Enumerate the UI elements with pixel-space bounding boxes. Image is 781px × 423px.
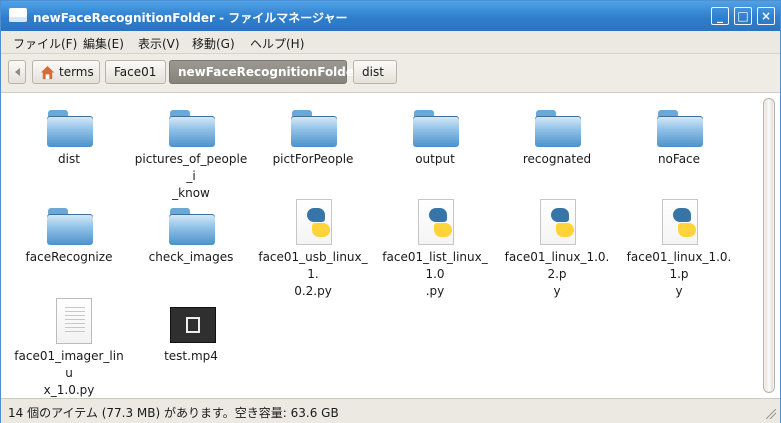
folder-app-icon <box>9 8 27 22</box>
path-dist[interactable]: dist <box>353 60 397 84</box>
file-name: face01_usb_linux_1. 0.2.py <box>258 250 368 298</box>
minimize-button[interactable]: _ <box>711 7 729 25</box>
file-name: face01_list_linux_1.0 .py <box>382 250 488 298</box>
file-name: faceRecognize <box>25 250 113 264</box>
path-back-button[interactable] <box>8 60 26 84</box>
status-text: 14 個のアイテム (77.3 MB) があります。空き容量: 63.6 GB <box>8 406 339 420</box>
home-icon <box>40 65 55 80</box>
path-bar: terms Face01 newFaceRecognitionFolder di… <box>1 54 780 93</box>
menu-bar: ファイル(F) 編集(E) 表示(V) 移動(G) ヘルプ(H) <box>1 31 780 54</box>
resize-grip-icon[interactable] <box>766 409 776 419</box>
python-file-icon <box>418 199 454 245</box>
file-name: face01_linux_1.0.1.p y <box>626 250 732 298</box>
path-terms-label: terms <box>59 65 94 79</box>
folder-icon <box>291 110 337 147</box>
python-file-icon <box>540 199 576 245</box>
path-terms[interactable]: terms <box>32 60 100 84</box>
file-name: pictures_of_people_i _know <box>134 152 248 200</box>
file-name: face01_imager_linu x_1.0.py <box>14 349 124 397</box>
path-face01[interactable]: Face01 <box>105 60 166 84</box>
python-file-icon <box>296 199 332 245</box>
file-name: noFace <box>657 152 701 166</box>
menu-go[interactable]: 移動(G) <box>192 35 235 52</box>
menu-edit[interactable]: 編集(E) <box>83 35 124 52</box>
folder-icon <box>535 110 581 147</box>
maximize-button[interactable]: □ <box>734 7 752 25</box>
vertical-scrollbar[interactable] <box>763 98 775 393</box>
folder-icon <box>657 110 703 147</box>
path-newfacerecognitionfolder[interactable]: newFaceRecognitionFolder <box>169 60 360 84</box>
file-manager-window: newFaceRecognitionFolder - ファイルマネージャー _ … <box>0 0 781 423</box>
python-file-icon <box>662 199 698 245</box>
menu-help[interactable]: ヘルプ(H) <box>250 35 304 52</box>
title-bar[interactable]: newFaceRecognitionFolder - ファイルマネージャー _ … <box>1 1 780 31</box>
menu-view[interactable]: 表示(V) <box>138 35 180 52</box>
text-file-icon <box>56 298 92 344</box>
file-name: face01_linux_1.0.2.p y <box>504 250 610 298</box>
video-file-icon <box>170 307 216 343</box>
folder-icon <box>169 208 215 245</box>
file-name: dist <box>58 152 80 166</box>
file-name: test.mp4 <box>164 349 218 363</box>
file-name: output <box>415 152 455 166</box>
file-name: check_images <box>148 250 234 264</box>
status-bar: 14 個のアイテム (77.3 MB) があります。空き容量: 63.6 GB <box>1 398 780 423</box>
file-name: recognated <box>522 152 592 166</box>
window-title: newFaceRecognitionFolder - ファイルマネージャー <box>33 11 348 25</box>
menu-file[interactable]: ファイル(F) <box>13 35 77 52</box>
folder-icon <box>47 208 93 245</box>
folder-icon <box>169 110 215 147</box>
file-view: dist pictures_of_people_i _know pictForP… <box>1 93 780 398</box>
close-button[interactable]: × <box>757 7 775 25</box>
scroll-thumb[interactable] <box>765 100 773 391</box>
file-name: pictForPeople <box>272 152 354 166</box>
folder-icon <box>47 110 93 147</box>
folder-icon <box>413 110 459 147</box>
